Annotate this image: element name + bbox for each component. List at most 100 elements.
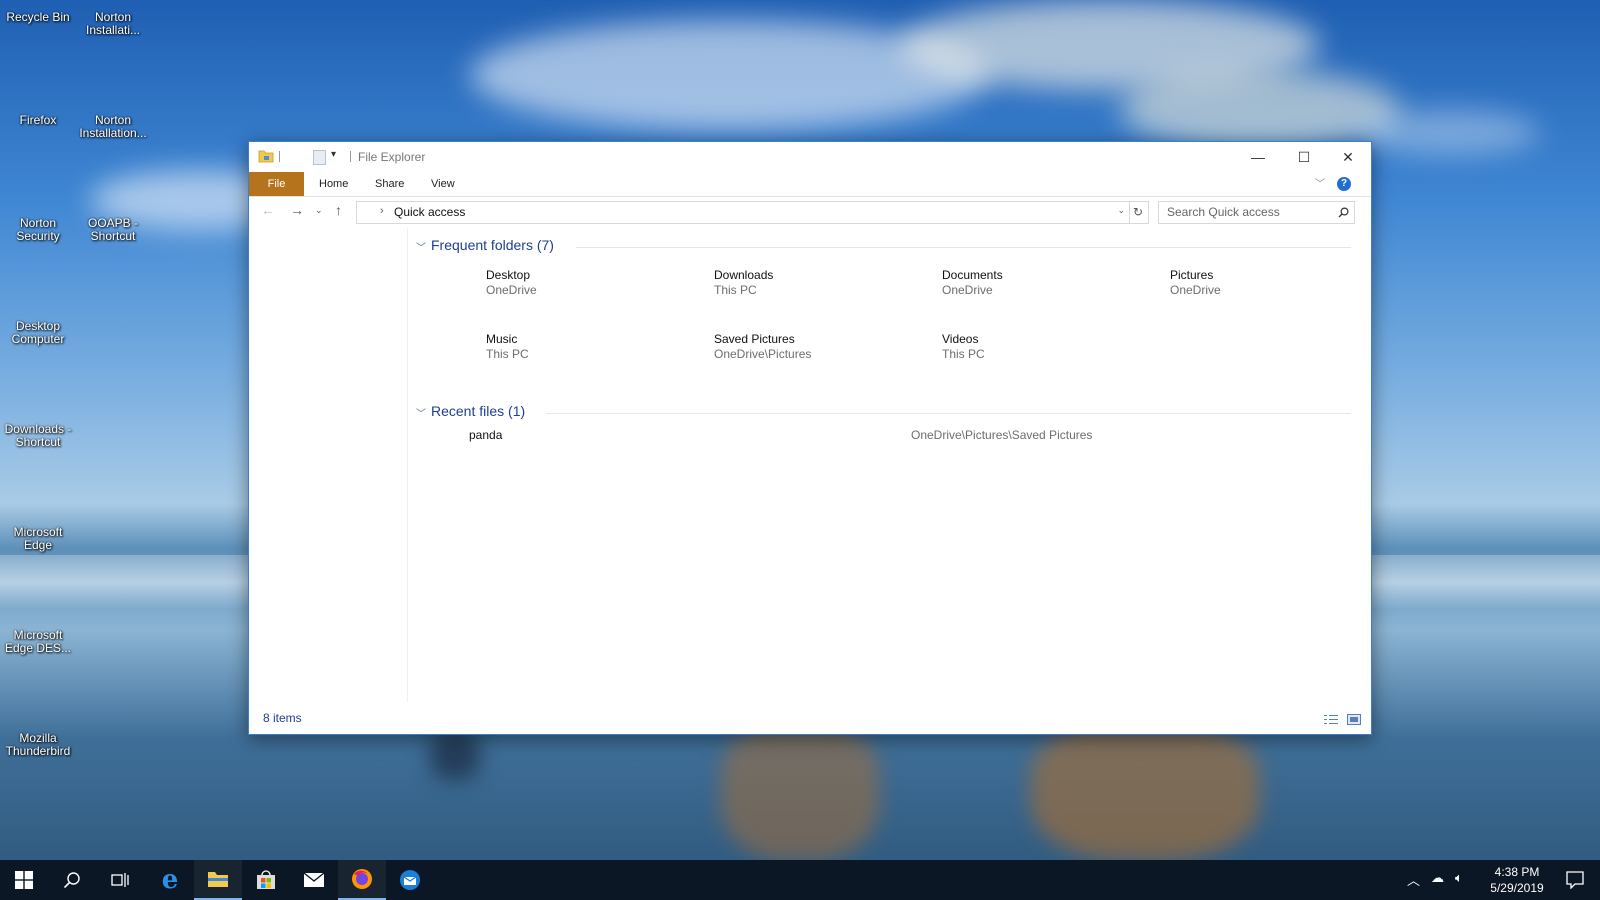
desktop-icon-norton-installation[interactable]: Norton Installation... — [76, 114, 150, 140]
desktop-icon-microsoft-edge-des[interactable]: Microsoft Edge DES... — [1, 629, 75, 655]
details-view-icon[interactable] — [1324, 712, 1338, 724]
wallpaper-cloud — [1120, 70, 1400, 150]
back-arrow-icon[interactable]: ← — [261, 202, 275, 218]
taskbar-file-explorer[interactable] — [194, 860, 242, 900]
desktop-icon-norton-installer[interactable]: Norton Installati... — [76, 11, 150, 37]
folder-location: OneDrive\Pictures — [714, 347, 812, 361]
desktop-icon-microsoft-edge[interactable]: Microsoft Edge — [1, 526, 75, 552]
forward-arrow-icon[interactable]: → — [290, 202, 304, 218]
folder-location: This PC — [942, 347, 985, 361]
wallpaper-reflection — [720, 720, 880, 860]
wallpaper-reflection — [1030, 720, 1260, 860]
file-path: OneDrive\Pictures\Saved Pictures — [911, 428, 1093, 442]
task-view-icon — [111, 873, 129, 887]
folder-tile-videos[interactable]: Videos This PC — [942, 332, 1162, 377]
folder-location: This PC — [714, 283, 757, 297]
close-button[interactable]: ✕ — [1325, 142, 1371, 172]
recent-files-title[interactable]: Recent files (1) — [431, 403, 525, 419]
tab-share[interactable]: Share — [375, 172, 404, 196]
wallpaper-cloud — [1360, 110, 1540, 155]
breadcrumb-chevron-icon[interactable]: › — [380, 205, 384, 217]
folder-name: Music — [486, 332, 518, 346]
folder-tile-music[interactable]: Music This PC — [486, 332, 706, 377]
folder-location: This PC — [486, 347, 529, 361]
folder-name: Pictures — [1170, 268, 1214, 282]
folder-tile-saved-pictures[interactable]: Saved Pictures OneDrive\Pictures — [714, 332, 934, 377]
file-explorer-window: ▾ File Explorer — ☐ ✕ File Home Share Vi… — [248, 141, 1372, 735]
folder-tile-documents[interactable]: Documents OneDrive — [942, 268, 1162, 313]
taskbar-mail[interactable] — [290, 860, 338, 900]
store-icon — [257, 870, 275, 889]
large-icons-view-icon[interactable] — [1347, 712, 1361, 725]
collapse-chevron-icon[interactable]: ﹀ — [416, 239, 426, 254]
properties-icon[interactable] — [313, 150, 326, 165]
up-arrow-icon[interactable]: ↑ — [335, 202, 342, 218]
status-bar: 8 items — [249, 705, 1371, 731]
taskbar-edge[interactable]: e — [146, 860, 194, 900]
tab-file[interactable]: File — [249, 172, 304, 196]
customize-toolbar-icon[interactable]: ▾ — [331, 149, 336, 160]
recent-files-header[interactable]: ﹀ Recent files (1) — [416, 403, 1356, 425]
volume-icon[interactable]: 🔈︎ — [1455, 870, 1463, 886]
search-input[interactable]: Search Quick access — [1158, 201, 1355, 224]
minimize-button[interactable]: — — [1235, 142, 1281, 172]
start-button[interactable] — [0, 860, 48, 900]
window-title: File Explorer — [358, 150, 426, 164]
refresh-icon[interactable]: ↻ — [1128, 201, 1149, 224]
tab-home[interactable]: Home — [319, 172, 348, 196]
recent-file-row[interactable]: panda OneDrive\Pictures\Saved Pictures — [469, 428, 1349, 448]
folder-tile-desktop[interactable]: Desktop OneDrive — [486, 268, 706, 313]
quick-access-content: ﹀ Frequent folders (7) Desktop OneDrive … — [409, 228, 1364, 702]
wallpaper-reflection — [430, 730, 480, 780]
task-view-button[interactable] — [96, 860, 144, 900]
desktop-icon-recycle-bin[interactable]: Recycle Bin — [1, 11, 75, 24]
desktop-icon-mozilla-thunderbird[interactable]: Mozilla Thunderbird — [1, 732, 75, 758]
onedrive-cloud-icon[interactable]: ☁ — [1431, 870, 1444, 886]
maximize-button[interactable]: ☐ — [1281, 142, 1327, 172]
search-icon — [63, 872, 80, 889]
desktop-icon-ooapb-shortcut[interactable]: OOAPB - Shortcut — [76, 217, 150, 243]
folder-location: OneDrive — [486, 283, 537, 297]
address-dropdown-icon[interactable]: ⌄ — [1117, 205, 1125, 216]
frequent-folders-header[interactable]: ﹀ Frequent folders (7) — [416, 237, 1356, 259]
clock-time: 4:38 PM — [1494, 865, 1540, 879]
breadcrumb[interactable]: Quick access — [394, 205, 465, 219]
collapse-chevron-icon[interactable]: ﹀ — [416, 405, 426, 420]
desktop-icon-norton-security[interactable]: Norton Security — [1, 217, 75, 243]
search-placeholder: Search Quick access — [1167, 205, 1280, 219]
desktop-icon-firefox[interactable]: Firefox — [1, 114, 75, 127]
show-hidden-icons-chevron-icon[interactable]: ︿ — [1407, 870, 1420, 889]
navigation-bar: ← → ⌄ ↑ › Quick access ⌄ ↻ Search Quick … — [249, 198, 1371, 226]
divider — [350, 151, 351, 162]
item-count: 8 items — [263, 711, 302, 725]
folder-name: Desktop — [486, 268, 531, 282]
desktop-icon-label: Desktop Computer — [11, 319, 65, 346]
taskbar-firefox[interactable] — [338, 860, 386, 900]
expand-ribbon-icon[interactable]: ﹀ — [1315, 175, 1325, 190]
divider — [576, 247, 1351, 248]
desktop-icon-label: Norton Security — [16, 216, 60, 243]
taskbar-store[interactable] — [242, 860, 290, 900]
mail-icon — [303, 872, 325, 887]
action-center-button[interactable] — [1550, 860, 1600, 900]
folder-tile-pictures[interactable]: Pictures OneDrive — [1170, 268, 1390, 313]
file-name: panda — [469, 428, 503, 442]
folder-name: Videos — [942, 332, 979, 346]
address-bar[interactable]: › Quick access ⌄ — [356, 201, 1130, 224]
desktop-icon-downloads-shortcut[interactable]: Downloads - Shortcut — [1, 423, 75, 449]
help-icon[interactable]: ? — [1337, 177, 1351, 191]
desktop-icon-label: Downloads - Shortcut — [4, 422, 72, 449]
search-button[interactable] — [48, 860, 96, 900]
tab-view[interactable]: View — [431, 172, 455, 196]
divider — [279, 151, 280, 162]
clock[interactable]: 4:38 PM 5/29/2019 — [1476, 864, 1558, 896]
desktop-icon-desktop-computer[interactable]: Desktop Computer — [1, 320, 75, 346]
taskbar-thunderbird[interactable] — [386, 860, 434, 900]
folder-name: Downloads — [714, 268, 774, 282]
frequent-folders-title[interactable]: Frequent folders (7) — [431, 237, 554, 253]
recent-locations-chevron-icon[interactable]: ⌄ — [315, 205, 323, 216]
navigation-pane[interactable] — [249, 228, 408, 702]
title-bar[interactable]: ▾ File Explorer — ☐ ✕ — [249, 142, 1371, 172]
folder-tile-downloads[interactable]: Downloads This PC — [714, 268, 934, 313]
folder-icon — [258, 149, 274, 163]
